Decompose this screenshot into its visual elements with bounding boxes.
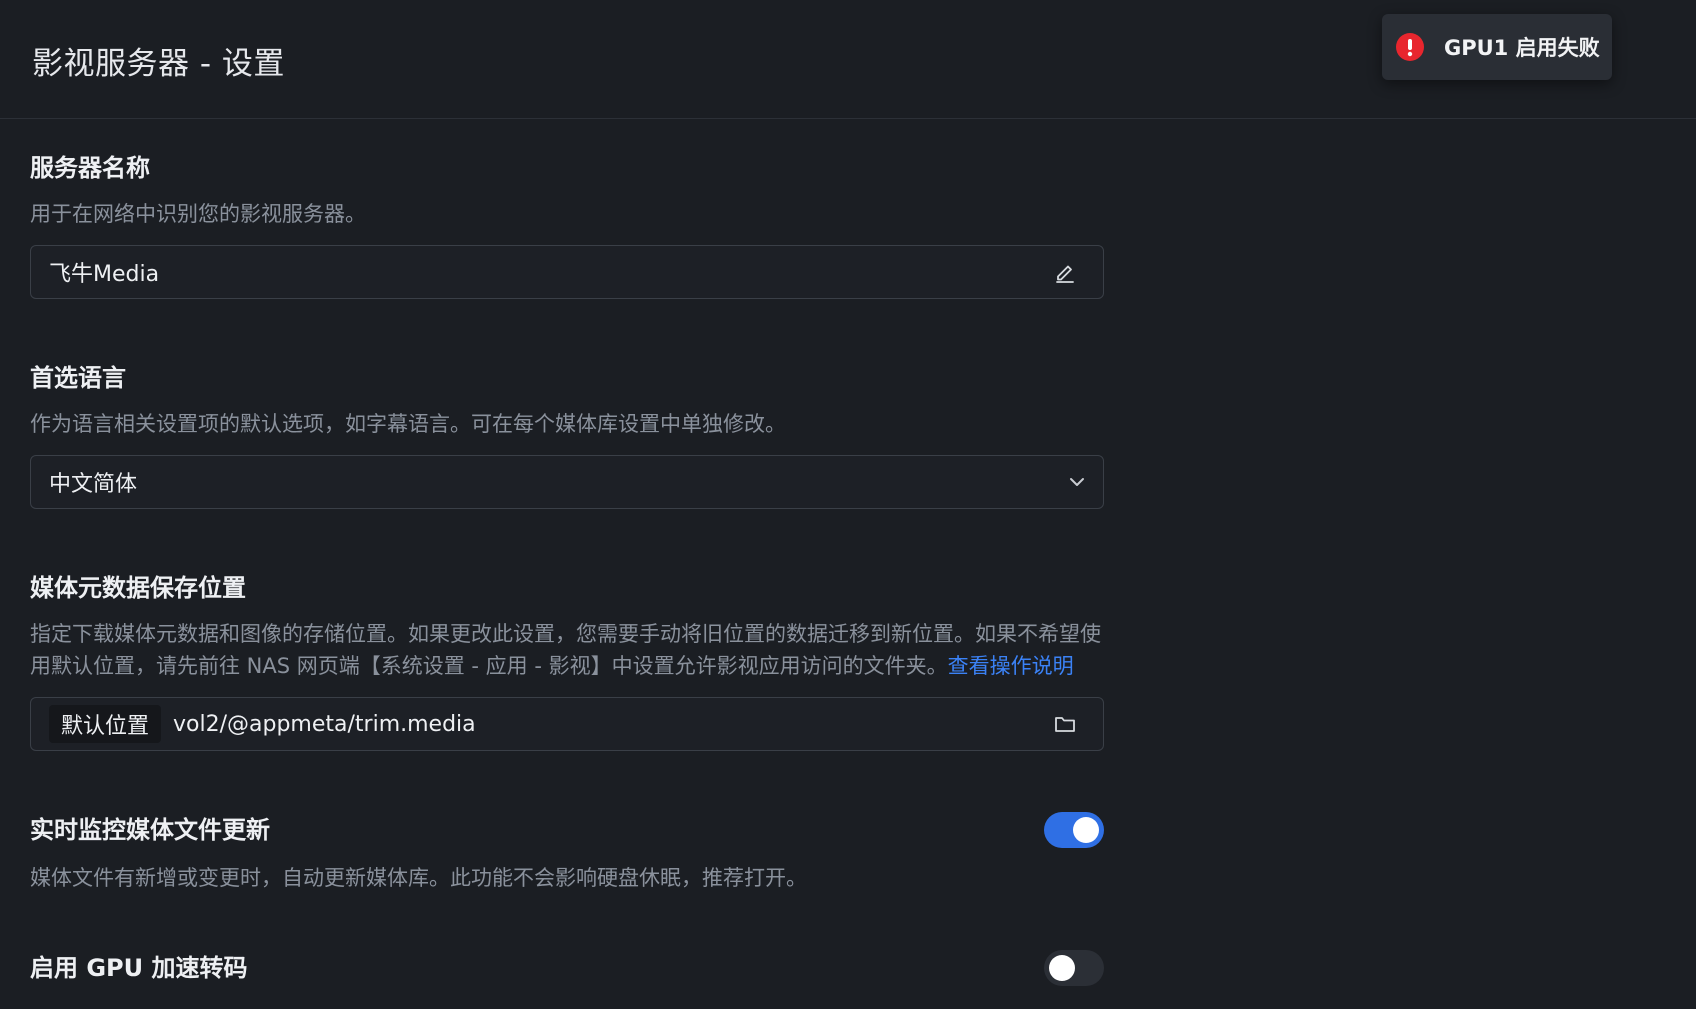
realtime-monitor-toggle[interactable] — [1044, 812, 1104, 848]
gpu-transcode-title: 启用 GPU 加速转码 — [30, 954, 248, 982]
error-toast[interactable]: GPU1 启用失败 — [1382, 14, 1612, 80]
view-instructions-link[interactable]: 查看操作说明 — [948, 654, 1074, 678]
gpu-transcode-toggle[interactable] — [1044, 950, 1104, 986]
edit-pencil-icon[interactable] — [1053, 260, 1077, 284]
server-name-description: 用于在网络中识别您的影视服务器。 — [30, 202, 366, 226]
server-name-section: 服务器名称 用于在网络中识别您的影视服务器。 飞牛Media — [30, 152, 1104, 299]
language-section: 首选语言 作为语言相关设置项的默认选项，如字幕语言。可在每个媒体库设置中单独修改… — [30, 362, 1104, 509]
page-title: 影视服务器 - 设置 — [32, 46, 285, 82]
realtime-monitor-section: 实时监控媒体文件更新 媒体文件有新增或变更时，自动更新媒体库。此功能不会影响硬盘… — [30, 812, 1104, 894]
chevron-down-icon[interactable] — [1065, 470, 1089, 494]
server-name-field[interactable]: 飞牛Media — [30, 245, 1104, 299]
metadata-location-field[interactable]: 默认位置 vol2/@appmeta/trim.media — [30, 697, 1104, 751]
toggle-knob — [1049, 955, 1075, 981]
error-icon — [1396, 33, 1424, 61]
default-location-chip: 默认位置 — [49, 705, 162, 743]
toast-message: GPU1 启用失败 — [1444, 36, 1600, 60]
language-select[interactable]: 中文简体 — [30, 455, 1104, 509]
realtime-monitor-title: 实时监控媒体文件更新 — [30, 816, 270, 844]
gpu-transcode-row: 启用 GPU 加速转码 — [30, 950, 1104, 986]
realtime-monitor-description: 媒体文件有新增或变更时，自动更新媒体库。此功能不会影响硬盘休眠，推荐打开。 — [30, 866, 807, 890]
metadata-location-section: 媒体元数据保存位置 指定下载媒体元数据和图像的存储位置。如果更改此设置，您需要手… — [30, 572, 1104, 751]
language-title: 首选语言 — [30, 364, 126, 392]
folder-icon[interactable] — [1053, 712, 1077, 736]
metadata-description-text: 指定下载媒体元数据和图像的存储位置。如果更改此设置，您需要手动将旧位置的数据迁移… — [30, 622, 1101, 678]
metadata-location-title: 媒体元数据保存位置 — [30, 574, 246, 602]
metadata-location-description: 指定下载媒体元数据和图像的存储位置。如果更改此设置，您需要手动将旧位置的数据迁移… — [30, 618, 1104, 682]
gpu-transcode-section: 启用 GPU 加速转码 — [30, 950, 1104, 986]
metadata-path: vol2/@appmeta/trim.media — [173, 711, 476, 737]
language-description: 作为语言相关设置项的默认选项，如字幕语言。可在每个媒体库设置中单独修改。 — [30, 412, 786, 436]
realtime-monitor-row: 实时监控媒体文件更新 — [30, 812, 1104, 848]
language-selected-value: 中文简体 — [49, 472, 138, 497]
server-name-title: 服务器名称 — [30, 154, 150, 182]
settings-page: 影视服务器 - 设置 GPU1 启用失败 服务器名称 用于在网络中识别您的影视服… — [0, 0, 1696, 1009]
server-name-value: 飞牛Media — [49, 262, 160, 287]
toggle-knob — [1073, 817, 1099, 843]
